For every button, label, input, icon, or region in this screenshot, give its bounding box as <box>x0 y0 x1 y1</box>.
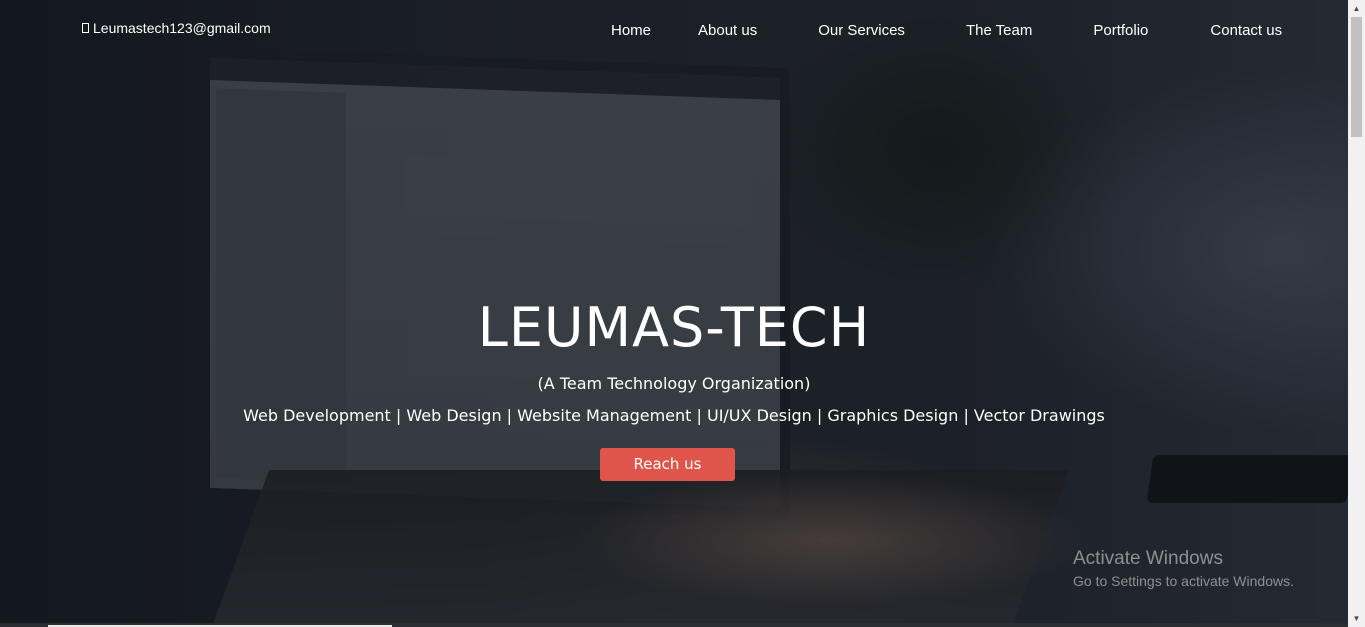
activate-windows-hint: Go to Settings to activate Windows. <box>1073 573 1294 589</box>
header-email[interactable]: Leumastech123@gmail.com <box>82 20 271 36</box>
envelope-icon <box>82 23 89 33</box>
email-text: Leumastech123@gmail.com <box>93 20 271 36</box>
scroll-up-arrow-icon[interactable]: ▲ <box>1348 0 1365 17</box>
activate-windows-title: Activate Windows <box>1073 548 1223 569</box>
nav-about-us[interactable]: About us <box>698 22 757 39</box>
hero-services-list: Web Development | Web Design | Website M… <box>243 406 1105 425</box>
scroll-down-arrow-icon[interactable]: ▼ <box>1348 610 1365 627</box>
nav-home[interactable]: Home <box>611 22 651 39</box>
reach-us-button[interactable]: Reach us <box>600 448 735 481</box>
nav-portfolio[interactable]: Portfolio <box>1093 22 1148 39</box>
hero-title: LEUMAS-TECH <box>477 296 871 359</box>
activate-windows-watermark: Activate Windows Go to Settings to activ… <box>1073 548 1294 589</box>
main-nav: Home About us Our Services The Team Port… <box>611 22 1282 39</box>
scrollbar-thumb[interactable] <box>1351 17 1362 137</box>
nav-contact-us[interactable]: Contact us <box>1210 22 1282 39</box>
nav-the-team[interactable]: The Team <box>966 22 1032 39</box>
nav-our-services[interactable]: Our Services <box>818 22 905 39</box>
vertical-scrollbar[interactable]: ▲ ▼ <box>1348 0 1365 627</box>
page: Leumastech123@gmail.com Home About us Ou… <box>0 0 1365 627</box>
hero-subtitle: (A Team Technology Organization) <box>537 374 811 393</box>
